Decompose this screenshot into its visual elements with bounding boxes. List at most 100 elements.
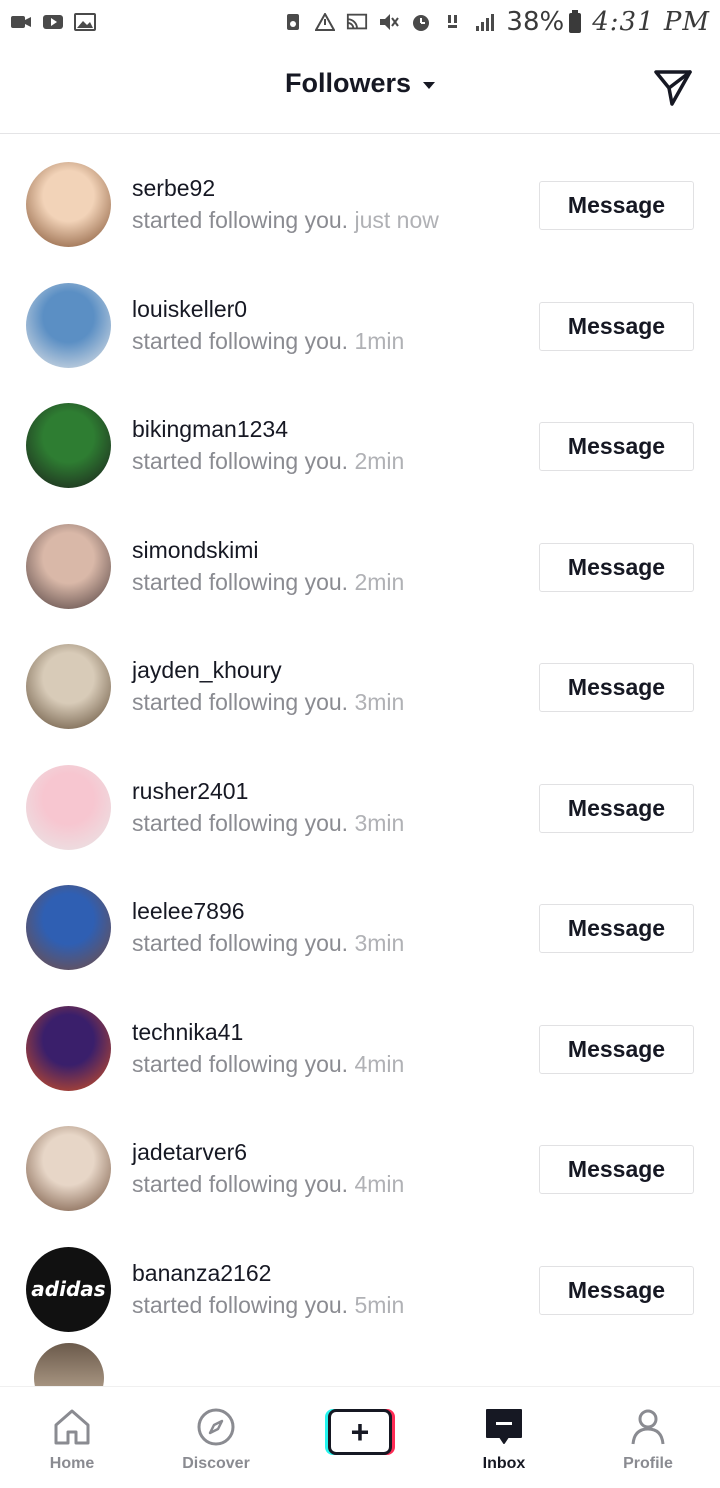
activity-time: 5min — [354, 1291, 405, 1318]
follower-activity: started following you. 1min — [132, 328, 404, 355]
follower-activity: started following you. 4min — [132, 1051, 404, 1078]
nav-inbox-label: Inbox — [482, 1455, 526, 1472]
follower-avatar[interactable] — [34, 1343, 104, 1386]
battery-percent: 38% — [506, 7, 565, 37]
alert-icon — [314, 12, 336, 32]
follower-avatar[interactable] — [26, 1005, 111, 1091]
avatar-logo-text: adidas — [31, 1277, 106, 1301]
follower-activity: started following you. 2min — [132, 448, 404, 475]
follower-avatar[interactable] — [26, 644, 111, 729]
follower-row-partial[interactable] — [0, 1339, 720, 1386]
follower-activity: started following you. 5min — [132, 1292, 404, 1319]
follower-row[interactable]: jadetarver6 started following you. 4min Me… — [0, 1098, 720, 1219]
follower-activity: started following you. 4min — [132, 1171, 404, 1198]
message-button[interactable]: Message — [539, 1145, 694, 1194]
mute-icon — [378, 12, 400, 32]
message-button[interactable]: Message — [539, 181, 694, 230]
message-button[interactable]: Message — [539, 422, 694, 471]
status-left-icons — [10, 12, 96, 32]
nav-profile-label: Profile — [623, 1455, 673, 1472]
message-button[interactable]: Message — [539, 663, 694, 712]
message-button[interactable]: Message — [539, 542, 694, 592]
follower-username[interactable]: simondskimi — [132, 537, 259, 564]
follower-row[interactable]: leelee7896 started following you. 3min Mes… — [0, 857, 720, 978]
status-bar: 38% 4:31 PM — [0, 0, 720, 44]
follower-avatar[interactable] — [26, 523, 111, 609]
follower-row[interactable]: technika41 started following you. 4min Mes… — [0, 978, 720, 1099]
bixby-icon — [282, 12, 304, 32]
follower-activity: started following you. 3min — [132, 930, 404, 957]
inbox-icon — [484, 1407, 524, 1447]
follower-activity: started following you. 3min — [132, 689, 404, 716]
follower-username[interactable]: jadetarver6 — [132, 1139, 247, 1166]
caret-down-icon — [423, 82, 436, 89]
follower-row[interactable]: adidas bananza2162 started following you. … — [0, 1219, 720, 1340]
message-button[interactable]: Message — [539, 1265, 694, 1315]
followers-list[interactable]: serbe92 started following you. just now Me… — [0, 134, 720, 1386]
activity-time: just now — [354, 207, 439, 233]
message-button[interactable]: Message — [539, 783, 694, 833]
follower-username[interactable]: louiskeller0 — [132, 296, 247, 323]
activity-text: started following you. — [132, 1171, 349, 1197]
follower-row[interactable]: bikingman1234 started following you. 2min… — [0, 375, 720, 496]
follower-avatar[interactable] — [26, 403, 111, 488]
follower-avatar[interactable] — [26, 885, 111, 970]
follower-activity: started following you. 2min — [132, 569, 404, 596]
followers-dropdown[interactable]: Followers — [0, 68, 720, 99]
activity-text: started following you. — [132, 1050, 349, 1077]
activity-time: 2min — [354, 448, 405, 474]
create-plus-icon: + — [325, 1409, 395, 1455]
message-button[interactable]: Message — [539, 301, 694, 351]
nav-home[interactable]: Home — [0, 1387, 144, 1488]
follower-row[interactable]: jayden_khourystarted following you. 3min… — [0, 616, 720, 737]
nav-inbox[interactable]: Inbox — [432, 1387, 576, 1488]
follower-avatar[interactable] — [26, 764, 111, 850]
paper-plane-icon[interactable] — [652, 66, 694, 108]
follower-username[interactable]: serbe92 — [132, 175, 215, 202]
activity-text: started following you. — [132, 930, 349, 956]
status-time: 4:31 PM — [592, 7, 710, 37]
nav-home-label: Home — [49, 1455, 95, 1472]
follower-avatar[interactable] — [26, 162, 111, 247]
activity-time: 2min — [354, 568, 405, 595]
message-button[interactable]: Message — [539, 904, 694, 953]
page-title: Followers — [284, 68, 412, 98]
alarm-icon — [410, 12, 432, 32]
follower-row[interactable]: louiskeller0 started following you. 1min M… — [0, 255, 720, 376]
follower-username[interactable]: rusher2401 — [132, 778, 248, 805]
follower-username[interactable]: bikingman1234 — [132, 416, 288, 443]
battery-indicator: 38% — [506, 7, 582, 37]
youtube-icon — [42, 12, 64, 32]
follower-username[interactable]: jayden_khoury — [132, 657, 282, 684]
nav-discover[interactable]: Discover — [144, 1387, 288, 1488]
battery-icon — [569, 10, 582, 33]
lte-icon — [442, 12, 464, 32]
video-icon — [10, 12, 32, 32]
follower-avatar[interactable] — [26, 282, 111, 368]
activity-text: started following you. — [132, 207, 349, 233]
follower-username[interactable]: technika41 — [132, 1019, 243, 1046]
follower-row[interactable]: rusher2401 started following you. 3min Mes… — [0, 737, 720, 858]
signal-icon — [474, 12, 496, 32]
follower-row[interactable]: simondskimi started following you. 2min Me… — [0, 496, 720, 617]
follower-username[interactable]: bananza2162 — [132, 1260, 271, 1287]
follower-activity: started following you. just now — [132, 207, 439, 234]
nav-profile[interactable]: Profile — [576, 1387, 720, 1488]
activity-text: started following you. — [132, 1291, 349, 1318]
message-button[interactable]: Message — [539, 1024, 694, 1074]
compass-icon — [196, 1407, 236, 1447]
status-right-icons: 38% 4:31 PM — [282, 7, 710, 37]
follower-avatar[interactable]: adidas — [26, 1246, 111, 1332]
follower-username[interactable]: leelee7896 — [132, 898, 245, 925]
bottom-nav: Home Discover + Inbox Profile — [0, 1386, 720, 1488]
nav-create[interactable]: + — [288, 1387, 432, 1488]
follower-avatar[interactable] — [26, 1126, 111, 1211]
follower-row[interactable]: serbe92 started following you. just now Me… — [0, 134, 720, 255]
activity-time: 3min — [354, 809, 405, 836]
profile-icon — [628, 1407, 668, 1447]
header: Followers — [0, 44, 720, 134]
activity-text: started following you. — [132, 448, 349, 474]
activity-time: 1min — [354, 327, 405, 354]
activity-text: started following you. — [132, 689, 349, 715]
activity-time: 4min — [354, 1171, 405, 1197]
